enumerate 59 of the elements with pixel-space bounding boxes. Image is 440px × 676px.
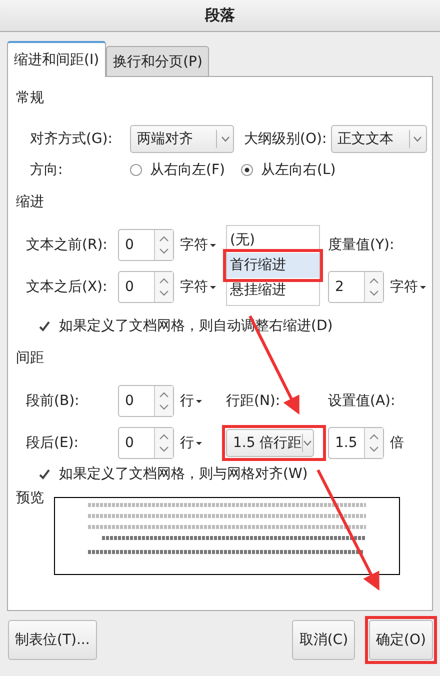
radio-label[interactable]: 从右向左(F) [150, 161, 225, 179]
line-spacing-dropdown[interactable]: 1.5 倍行距 [226, 429, 314, 457]
field-label: 设置值(A): [328, 392, 396, 410]
spin-arrows-icon [159, 234, 169, 256]
section-heading: 常规 [16, 89, 45, 107]
field-label: 度量值(Y): [328, 236, 396, 254]
field-label: 对齐方式(G): [30, 130, 114, 148]
annotation-frame [365, 616, 437, 664]
menu-item[interactable]: 悬挂缩进 [227, 278, 319, 303]
unit-label[interactable]: 行 [180, 392, 194, 410]
checkbox[interactable] [38, 468, 51, 480]
unit-label: 倍 [390, 434, 404, 452]
outline-level-dropdown[interactable]: 正文文本 [330, 125, 427, 153]
caret-icon [210, 244, 216, 246]
unit-label[interactable]: 字符 [180, 278, 208, 296]
caret-icon [196, 442, 202, 444]
spin-arrows-icon [159, 432, 169, 454]
tab[interactable]: 换行和分页(P) [106, 46, 210, 76]
checkbox[interactable] [38, 320, 51, 332]
field-label: 段前(B): [26, 392, 80, 410]
spin-field[interactable]: 0 [118, 229, 174, 261]
field-label: 行距(N): [226, 392, 282, 410]
spin-arrows-icon [159, 276, 169, 298]
spin-field[interactable]: 0 [118, 427, 174, 459]
tab[interactable]: 缩进和间距(I) [7, 41, 106, 77]
caret-icon [420, 286, 426, 288]
caret-icon [196, 400, 202, 402]
radio-button[interactable] [240, 164, 253, 176]
caret-icon [210, 286, 216, 288]
spin-field[interactable]: 1.5 [328, 427, 384, 459]
chevron-down-icon [303, 440, 312, 446]
chevron-down-icon [220, 136, 230, 142]
spin-field[interactable]: 0 [118, 271, 174, 303]
spin-arrows-icon [369, 432, 379, 454]
menu-item[interactable]: (无) [227, 228, 319, 253]
ok-button[interactable]: 确定(O) [369, 620, 433, 660]
spin-arrows-icon [159, 390, 169, 412]
spin-arrows-icon [369, 276, 379, 298]
spin-field[interactable]: 0 [118, 385, 174, 417]
radio-button[interactable] [130, 164, 142, 176]
alignment-dropdown[interactable]: 两端对齐 [130, 125, 234, 153]
field-label: 段后(E): [26, 434, 80, 452]
cancel-button[interactable]: 取消(C) [292, 620, 356, 660]
field-label: 方向: [30, 161, 64, 179]
unit-label[interactable]: 字符 [390, 278, 418, 296]
checkbox-label[interactable]: 如果定义了文档网格，则与网格对齐(W) [59, 465, 308, 483]
section-heading: 缩进 [16, 193, 45, 211]
window-title: 段落 [205, 6, 235, 25]
chevron-down-icon [413, 136, 422, 142]
section-heading: 间距 [16, 349, 45, 367]
radio-label[interactable]: 从左向右(L) [260, 161, 336, 179]
spin-field[interactable]: 2 [328, 271, 384, 303]
field-label: 文本之后(X): [26, 278, 108, 296]
field-label: 大纲级别(O): [244, 130, 327, 148]
unit-label[interactable]: 行 [180, 434, 194, 452]
field-label: 文本之前(R): [26, 236, 108, 254]
unit-label[interactable]: 字符 [180, 236, 208, 254]
tab-stops-button[interactable]: 制表位(T)... [8, 620, 97, 660]
section-heading: 预览 [16, 489, 44, 507]
